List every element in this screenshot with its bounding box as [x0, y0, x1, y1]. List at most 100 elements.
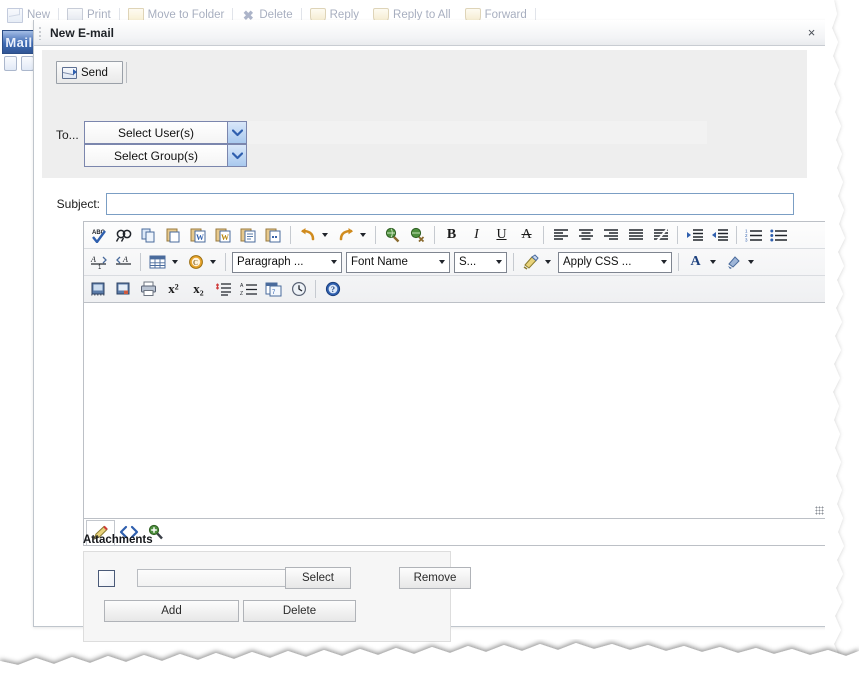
attachment-checkbox[interactable] [98, 569, 115, 587]
chevron-down-icon[interactable] [172, 260, 178, 264]
chevron-down-icon[interactable] [545, 260, 551, 264]
paste-icon[interactable] [161, 224, 186, 247]
svg-text:A: A [240, 283, 244, 289]
font-color-button[interactable]: A [683, 251, 721, 274]
apply-css-dropdown[interactable]: Apply CSS ... [558, 251, 672, 273]
chevron-down-icon[interactable] [710, 260, 716, 264]
format-painter-button[interactable] [518, 251, 556, 274]
chevron-down-icon[interactable] [228, 121, 247, 144]
toolbar-separator [736, 226, 737, 244]
svg-text:A: A [90, 255, 96, 264]
align-left-icon[interactable] [548, 224, 573, 247]
strikethrough-glyph: A [521, 227, 532, 242]
superscript-icon[interactable]: x² [161, 278, 186, 301]
svg-text:?: ? [331, 285, 335, 294]
redo-button[interactable] [333, 224, 371, 247]
resize-grip-icon[interactable] [815, 506, 824, 515]
format-painter-icon[interactable] [518, 251, 543, 274]
dialog-titlebar[interactable]: New E-mail × [34, 20, 827, 46]
chevron-down-icon[interactable] [228, 144, 247, 167]
dialog-title: New E-mail [50, 25, 115, 40]
chevron-down-icon[interactable] [492, 260, 506, 264]
print-icon[interactable] [136, 278, 161, 301]
attachment-delete-button[interactable]: Delete [243, 600, 356, 622]
drag-grip-icon[interactable] [39, 25, 41, 40]
indent-increase-icon[interactable] [682, 224, 707, 247]
send-button[interactable]: Send [56, 61, 127, 84]
insert-media-icon[interactable] [111, 278, 136, 301]
close-icon[interactable]: × [803, 24, 820, 41]
redo-icon[interactable] [333, 224, 358, 247]
paste-from-word-icon[interactable]: W [186, 224, 211, 247]
numbered-list-icon[interactable]: 123 [741, 224, 766, 247]
select-users-button[interactable]: Select User(s) [84, 121, 228, 144]
indent-decrease-icon[interactable] [707, 224, 732, 247]
insert-time-icon[interactable] [286, 278, 311, 301]
font-size-dropdown[interactable]: S... [454, 251, 507, 273]
insert-symbol-icon[interactable]: C [183, 251, 208, 274]
undo-icon[interactable] [295, 224, 320, 247]
chevron-down-icon[interactable] [657, 260, 671, 264]
select-groups-button[interactable]: Select Group(s) [84, 144, 228, 167]
insert-table-button[interactable] [145, 251, 183, 274]
format-marks-icon[interactable] [211, 278, 236, 301]
chevron-down-icon[interactable] [327, 260, 341, 264]
svg-text:3: 3 [745, 238, 748, 243]
insert-link-icon[interactable] [380, 224, 405, 247]
insert-image-icon[interactable] [86, 278, 111, 301]
find-icon[interactable] [111, 224, 136, 247]
subject-label: Subject: [56, 197, 100, 211]
italic-icon[interactable]: I [464, 224, 489, 247]
calendar-icon[interactable] [4, 56, 17, 71]
decrease-indent-text-icon[interactable]: A1 [86, 251, 111, 274]
editor-body[interactable] [83, 302, 828, 519]
rich-text-editor: ABC W W B I U A 1 2 3 A 1 A C Paragraph … [83, 221, 828, 546]
help-icon[interactable]: ? [320, 278, 345, 301]
underline-icon[interactable]: U [489, 224, 514, 247]
insert-table-icon[interactable] [145, 251, 170, 274]
editor-view-tabs [83, 519, 828, 546]
bulleted-list-icon[interactable] [766, 224, 791, 247]
chevron-down-icon[interactable] [210, 260, 216, 264]
copy-icon[interactable] [136, 224, 161, 247]
chevron-down-icon[interactable] [322, 233, 328, 237]
paste-from-word-clean-icon[interactable]: W [211, 224, 236, 247]
align-right-icon[interactable] [598, 224, 623, 247]
insert-symbol-button[interactable]: C [183, 251, 221, 274]
remove-link-icon[interactable] [405, 224, 430, 247]
toolbar-separator [677, 226, 678, 244]
align-remove-icon[interactable] [648, 224, 673, 247]
chevron-down-icon[interactable] [435, 260, 449, 264]
attachment-select-button[interactable]: Select [285, 567, 351, 589]
font-color-icon[interactable]: A [683, 251, 708, 274]
highlight-color-button[interactable] [721, 251, 759, 274]
strikethrough-icon[interactable]: A [514, 224, 539, 247]
attachment-actions: Add Delete [104, 600, 356, 622]
attachment-file-input[interactable] [137, 569, 285, 587]
font-name-dropdown[interactable]: Font Name [346, 251, 450, 273]
attachment-add-button[interactable]: Add [104, 600, 239, 622]
paste-as-html-icon[interactable] [261, 224, 286, 247]
subject-input[interactable] [106, 193, 794, 215]
subscript-icon[interactable]: x₂ [186, 278, 211, 301]
bold-icon[interactable]: B [439, 224, 464, 247]
align-center-icon[interactable] [573, 224, 598, 247]
subscript-glyph: x₂ [193, 281, 204, 296]
spellcheck-icon[interactable]: ABC [86, 224, 111, 247]
highlight-icon[interactable] [721, 251, 746, 274]
attachment-remove-button[interactable]: Remove [399, 567, 471, 589]
recipient-groups-field[interactable] [247, 144, 707, 167]
increase-indent-text-icon[interactable]: A [111, 251, 136, 274]
paragraph-style-dropdown[interactable]: Paragraph ... [232, 251, 342, 273]
svg-text:Z: Z [240, 291, 243, 297]
undo-button[interactable] [295, 224, 333, 247]
paste-plain-text-icon[interactable] [236, 224, 261, 247]
chevron-down-icon[interactable] [748, 260, 754, 264]
sort-icon[interactable]: AZ [236, 278, 261, 301]
chevron-down-icon[interactable] [360, 233, 366, 237]
recipient-users-field[interactable] [247, 121, 707, 144]
sidebar-item-mail-label: Mail [5, 34, 33, 50]
sidebar-item-mail[interactable]: Mail [2, 30, 36, 54]
insert-date-icon[interactable]: 7 [261, 278, 286, 301]
justify-icon[interactable] [623, 224, 648, 247]
